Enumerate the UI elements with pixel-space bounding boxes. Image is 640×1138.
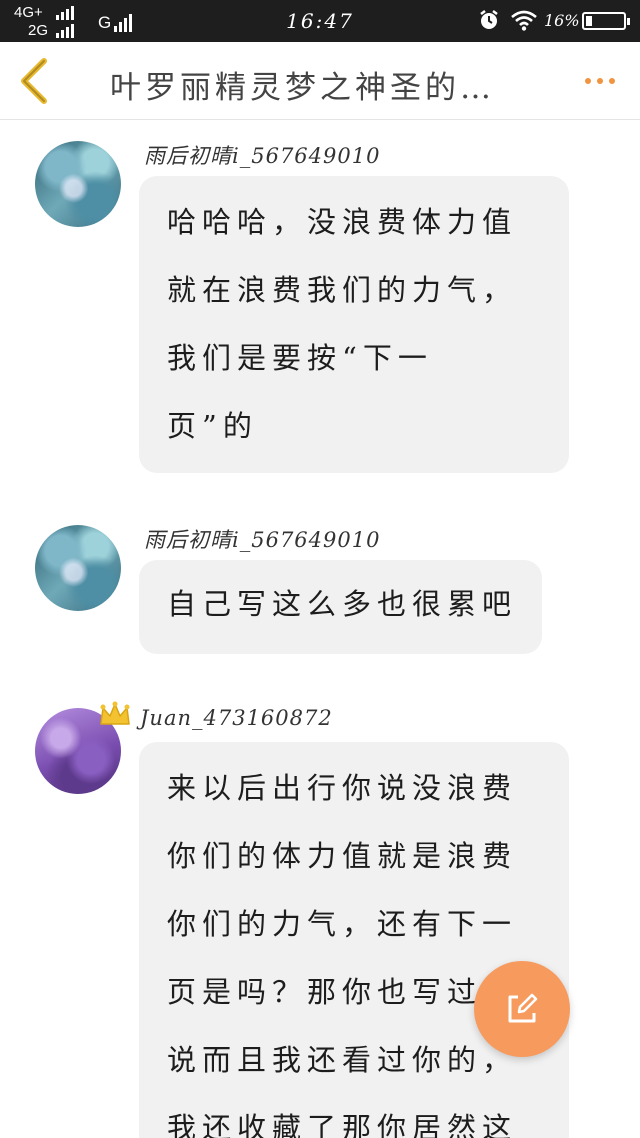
username[interactable]: Juan_473160872 — [140, 706, 333, 730]
comment-text-line: 来以后出行你说没浪费 — [167, 771, 518, 805]
wifi-icon — [511, 10, 537, 31]
comment-text-line: 我们是要按“下一 — [167, 341, 433, 375]
avatar[interactable] — [35, 525, 121, 611]
username[interactable]: 雨后初晴i_567649010 — [144, 524, 380, 554]
alarm-clock-icon — [480, 10, 498, 29]
comment-text-line: 自己写这么多也很累吧 — [167, 587, 518, 621]
comment-text-line: 页”的 — [167, 409, 258, 443]
comment-text-line: 你们的力气，还有下一 — [167, 907, 518, 941]
comment-text-line: 哈哈哈，没浪费体力值 — [167, 205, 518, 239]
comment-text-line: 说而且我还看过你的， — [167, 1043, 518, 1077]
comment-text-line: 就在浪费我们的力气， — [167, 273, 518, 307]
status-bar: 4G+ 2G G 16:47 16% — [0, 0, 640, 42]
battery-percentage: 16% — [544, 11, 580, 30]
chevron-left-icon — [21, 58, 47, 104]
more-dot — [597, 78, 603, 84]
more-dot — [609, 78, 615, 84]
battery-level-fill — [586, 16, 592, 26]
avatar[interactable] — [35, 141, 121, 227]
header-bar: 叶罗丽精灵梦之神圣的… — [0, 42, 640, 120]
comment-bubble[interactable]: 哈哈哈，没浪费体力值 就在浪费我们的力气， 我们是要按“下一 页”的 — [139, 176, 569, 473]
page-title: 叶罗丽精灵梦之神圣的… — [110, 70, 495, 106]
more-options-button[interactable] — [578, 66, 622, 96]
compose-fab-button[interactable] — [474, 961, 570, 1057]
battery-icon — [582, 12, 630, 30]
username[interactable]: 雨后初晴i_567649010 — [144, 140, 380, 170]
edit-icon — [508, 993, 538, 1023]
more-dot — [585, 78, 591, 84]
comment-text-line: 你们的体力值就是浪费 — [167, 839, 518, 873]
back-button[interactable] — [14, 56, 60, 106]
comment-bubble[interactable]: 来以后出行你说没浪费 你们的体力值就是浪费 你们的力气，还有下一 页是吗？那你也… — [139, 742, 569, 1138]
comment-bubble[interactable]: 自己写这么多也很累吧 — [139, 560, 542, 654]
crown-icon — [100, 701, 130, 725]
comment-text-line: 我还收藏了那你居然这 — [167, 1111, 518, 1138]
